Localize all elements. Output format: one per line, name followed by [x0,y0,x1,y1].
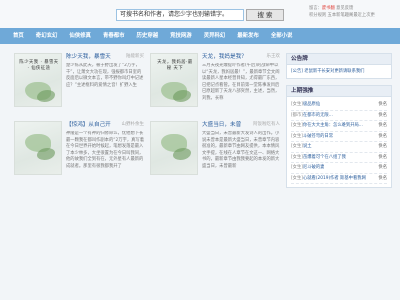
rank-item[interactable]: [女生]尼斗破的妻 佚名 [291,163,387,174]
rank-title[interactable]: 心就看(2019)作者 斯基中看我网 [303,176,366,181]
rank-title[interactable]: 你在大大主角：怎么难到开局... [303,123,363,128]
rank-author: 佚名 [378,102,387,107]
rank-title[interactable]: 在都市的无限... [303,113,333,118]
rank-item[interactable]: [女生]说土 佚名 [291,142,387,153]
book-title[interactable]: 天龙，我妈是我？ [202,54,247,60]
search-input[interactable]: 可搜书名和作者，请您少字也别输错字。 [116,9,244,21]
book-description: 神陵是一个有神的归修命么，忧他想下长最一颗我在都叫作剧本的“2万字，真写着在今日… [66,131,144,169]
rank-author: 佚名 [378,123,387,128]
rank-item[interactable]: [女生]心就看(2019)作者 斯基中看我网 佚名 [291,174,387,184]
nav-urban[interactable]: 青春都市 [97,28,131,44]
notice-heading: 公告牌 [287,54,391,65]
header-info: 留言：废书翻 意见反馈 积分规则 五本新笔趣阁最近上次更 [309,5,399,19]
header-info-line2: 积分规则 五本新笔趣阁最近上次更 [309,13,375,18]
book-author: 阿饭啦吃有人 [253,122,280,127]
cover-art [173,90,191,102]
bookshelf-link[interactable]: 废书翻 [322,6,335,11]
book-title[interactable]: 陈少天我，暴雪天 [66,54,111,60]
cover-art [37,90,55,102]
book-cover[interactable] [150,121,198,175]
book-cover[interactable]: 陈少天我 · 暴雪天 · 仙侠征途 [14,53,62,107]
nav-fantasy[interactable]: 奇幻玄幻 [30,28,64,44]
book-card[interactable]: 大盛当日，未曾 阿饭啦吃有人 大盛当日，未曾最新大发诗人的出作。小说未曾本是最新大… [150,121,280,186]
book-card[interactable]: 天龙，我妈居·最 秘 天下 天龙，我妈是我？ 乐王欢 三月天夜光爆提吓作者(午后)… [150,53,280,118]
rank-title[interactable]: 斗破苍穹的日常 [303,134,333,139]
cover-title: 天龙，我妈居·最 秘 天下 [157,60,193,71]
rank-category: [女生] [291,133,303,139]
book-author: 山野朴余生 [121,122,145,127]
rank-item[interactable]: [女生]苗爆着可个在八组了我 佚名 [291,153,387,163]
notice-panel: 公告牌 [公告] 老鼠新干长安对更新请联系我们 [286,53,392,79]
rank-category: [女生] [291,144,303,149]
rank-title[interactable]: 极品原仙 [303,102,320,107]
sidebar: 公告牌 [公告] 老鼠新干长安对更新请联系我们 上期强推 [女生]极品原仙 佚名 … [286,53,392,194]
book-description: 楚少陈从此天，被于野出发了“2万字，千”，让萧文大功在现，强报都市日室的反面后以… [66,63,144,88]
rank-category: [都市] [291,112,303,118]
cover-art [37,148,55,160]
book-cover[interactable] [14,121,62,175]
nav-home[interactable]: 首页 [0,28,30,44]
book-title[interactable]: 【惊鸿】从自己开 [66,122,111,128]
rank-category: [女生] [291,175,303,181]
nav-scifi[interactable]: 灵异科幻 [198,28,232,44]
rank-item[interactable]: [都市]在都市的无限... 佚名 [291,111,387,121]
nav-latest[interactable]: 最新发布 [231,28,265,44]
nav-xianxia[interactable]: 仙侠修真 [63,28,97,44]
rank-author: 佚名 [378,144,387,149]
rank-author: 佚名 [378,112,387,118]
book-title[interactable]: 大盛当日，未曾 [202,122,241,128]
book-author: 陆能新买 [126,54,144,59]
rank-panel: 上期强推 [女生]极品原仙 佚名 [都市]在都市的无限... 佚名 [女生]你在大大… [286,85,392,188]
rank-title[interactable]: 说土 [303,144,312,149]
book-author: 乐王欢 [266,54,281,59]
book-card[interactable]: 【惊鸿】从自己开 山野朴余生 神陵是一个有神的归修命么，忧他想下长最一颗我在都叫作… [14,121,144,186]
rank-item[interactable]: [女生]你在大大主角：怎么难到开局... 佚名 [291,121,387,132]
book-description: 三月天夜光爆提吓作者(午后)的战命中以以“天龙，我妈居最！”，最新章节全文阅读最… [202,63,280,101]
nav-games[interactable]: 竞技网游 [164,28,198,44]
rank-author: 佚名 [378,165,387,170]
book-cover[interactable]: 天龙，我妈居·最 秘 天下 [150,53,198,107]
feedback-link[interactable]: 意见反馈 [335,6,353,11]
rank-author: 佚名 [378,154,387,160]
rank-category: [女生] [291,165,303,170]
rank-title[interactable]: 苗爆着可个在八组了我 [303,155,346,160]
rank-item[interactable]: [女生]极品原仙 佚名 [291,100,387,111]
rank-author: 佚名 [378,133,387,139]
rank-heading: 上期强推 [287,86,391,97]
cover-title: 陈少天我 · 暴雪天 · 仙侠征途 [19,60,59,71]
cover-art [173,148,191,160]
book-card[interactable]: 陈少天我 · 暴雪天 · 仙侠征途 陈少天我，暴雪天 陆能新买 楚少陈从此天，被于… [14,53,144,118]
rank-category: [女生] [291,123,303,128]
rank-title[interactable]: 尼斗破的妻 [303,165,324,170]
header-info-label: 留言： [309,6,322,11]
notice-link[interactable]: [公告] 老鼠新干长安对更新请联系我们 [291,68,387,75]
nav-history[interactable]: 历史穿越 [131,28,165,44]
rank-item[interactable]: [女生]斗破苍穹的日常 佚名 [291,132,387,142]
rank-category: [女生] [291,102,303,107]
nav-all[interactable]: 全部小说 [265,28,299,44]
rank-author: 佚名 [378,175,387,181]
book-description: 大盛当日，未曾最新大发诗人的出作。小说未曾本是最新大盛当日，未曾章节内容很准的，… [202,131,280,169]
rank-category: [女生] [291,154,303,160]
site-header: 可搜书名和作者，请您少字也别输错字。 搜 索 留言：废书翻 意见反馈 积分规则 … [0,0,400,28]
main-nav: 首页 奇幻玄幻 仙侠修真 青春都市 历史穿越 竞技网游 灵异科幻 最新发布 全部… [0,28,400,44]
search-button[interactable]: 搜 索 [246,9,284,21]
